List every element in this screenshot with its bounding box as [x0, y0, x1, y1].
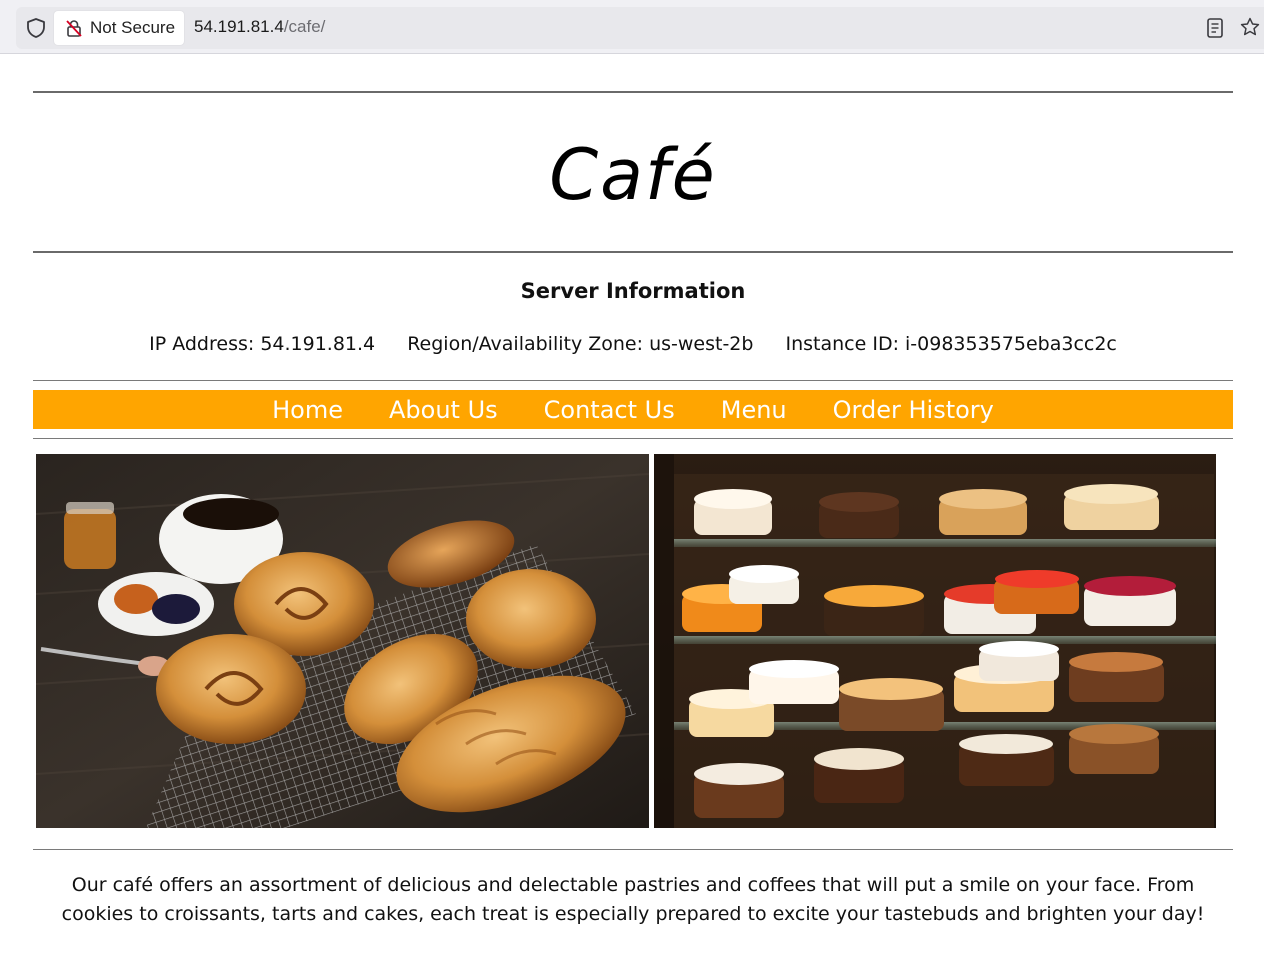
divider	[33, 91, 1233, 93]
divider	[33, 251, 1233, 253]
main-nav: Home About Us Contact Us Menu Order Hist…	[33, 390, 1233, 429]
site-title: Café	[549, 134, 717, 216]
url-path: /cafe/	[283, 17, 326, 36]
nav-home[interactable]: Home	[272, 396, 343, 424]
divider	[33, 438, 1233, 439]
reader-view-icon[interactable]	[1205, 17, 1225, 39]
availability-zone: Region/Availability Zone: us-west-2b	[407, 333, 754, 355]
url-text[interactable]: 54.191.81.4/cafe/	[194, 17, 325, 37]
ip-address: IP Address: 54.191.81.4	[149, 333, 376, 355]
nav-order-history[interactable]: Order History	[833, 396, 994, 424]
nav-about-us[interactable]: About Us	[389, 396, 498, 424]
cafe-description: Our café offers an assortment of delicio…	[61, 874, 1205, 925]
browser-toolbar: Not Secure 54.191.81.4/cafe/	[0, 0, 1264, 54]
nav-menu[interactable]: Menu	[721, 396, 787, 424]
nav-contact-us[interactable]: Contact Us	[544, 396, 675, 424]
site-security-indicator[interactable]: Not Secure	[54, 11, 184, 45]
server-info: IP Address: 54.191.81.4 Region/Availabil…	[33, 333, 1233, 355]
shield-icon[interactable]	[24, 16, 48, 40]
server-info-heading: Server Information	[520, 279, 746, 303]
divider	[33, 380, 1233, 381]
cake-display-photo	[654, 454, 1216, 828]
instance-id: Instance ID: i-098353575eba3cc2c	[785, 333, 1117, 355]
insecure-lock-icon	[66, 20, 82, 37]
security-label: Not Secure	[90, 18, 176, 37]
divider	[33, 849, 1233, 850]
bookmark-star-icon[interactable]	[1239, 16, 1261, 38]
url-host: 54.191.81.4	[194, 17, 284, 36]
pastries-coffee-photo	[36, 454, 649, 828]
